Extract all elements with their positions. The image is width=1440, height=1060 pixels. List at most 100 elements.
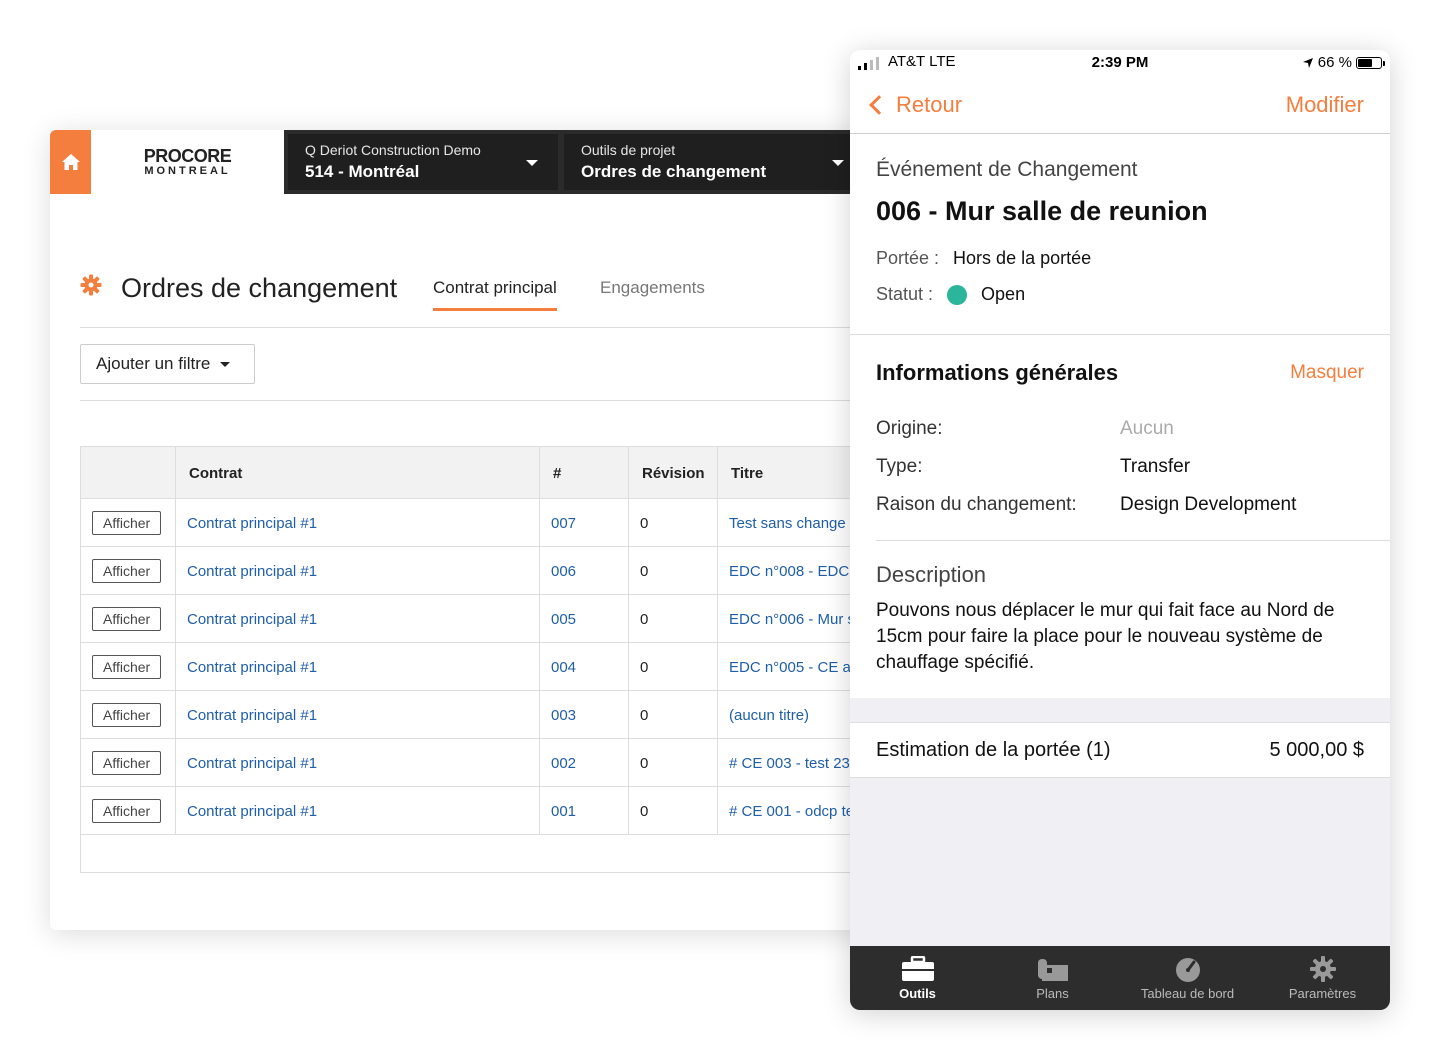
- dashboard-gauge-icon: [1175, 958, 1200, 982]
- table-cell: Afficher: [81, 499, 175, 547]
- info-label: Raison du changement:: [876, 494, 1077, 515]
- status-value: Open: [981, 284, 1026, 304]
- chevron-down-icon: [220, 361, 231, 367]
- edit-button[interactable]: Modifier: [1286, 92, 1364, 118]
- status-label: Statut :: [876, 284, 934, 304]
- page-title: Ordres de changement: [121, 273, 398, 303]
- afficher-button[interactable]: Afficher: [92, 703, 162, 727]
- tab-label: Tableau de bord: [1140, 986, 1235, 1001]
- revision-cell: 0: [628, 547, 717, 595]
- chevron-down-icon: [832, 160, 844, 166]
- divider: [850, 334, 1390, 335]
- column-header-titre[interactable]: Titre: [717, 447, 870, 499]
- navigation-bar: Retour Modifier: [850, 76, 1390, 134]
- number-link[interactable]: 004: [539, 643, 628, 691]
- home-button[interactable]: [50, 130, 91, 194]
- company-name: Q Deriot Construction Demo: [305, 142, 481, 158]
- afficher-button[interactable]: Afficher: [92, 799, 162, 823]
- toolbox-icon: [901, 956, 934, 981]
- table-row: Afficher Contrat principal #1 003 0 (auc…: [81, 691, 870, 739]
- estimate-row[interactable]: Estimation de la portée (1) 5 000,00 $: [850, 722, 1390, 778]
- description-text: Pouvons nous déplacer le mur qui fait fa…: [876, 600, 1335, 673]
- scope-value: Hors de la portée: [953, 248, 1092, 268]
- tab-contrat-principal[interactable]: Contrat principal: [433, 276, 557, 311]
- title-link[interactable]: EDC n°005 - CE av: [717, 643, 870, 691]
- tab-engagements[interactable]: Engagements: [600, 276, 705, 300]
- bottom-tab-bar: Outils Plans Tableau de bord Paramètres: [850, 946, 1390, 1010]
- number-link[interactable]: 007: [539, 499, 628, 547]
- general-info-title: Informations générales: [876, 360, 1119, 385]
- afficher-button[interactable]: Afficher: [92, 655, 162, 679]
- tab-tableau-de-bord[interactable]: Tableau de bord: [1120, 946, 1255, 1010]
- afficher-button[interactable]: Afficher: [92, 511, 162, 535]
- back-label: Retour: [896, 92, 963, 117]
- home-icon: [61, 154, 80, 170]
- tools-label: Outils de projet: [581, 142, 676, 158]
- title-link[interactable]: EDC n°008 - EDC a: [717, 547, 870, 595]
- table-cell: Afficher: [81, 595, 175, 643]
- number-link[interactable]: 002: [539, 739, 628, 787]
- contract-link[interactable]: Contrat principal #1: [175, 643, 539, 691]
- tab-outils[interactable]: Outils: [850, 946, 985, 1010]
- title-link[interactable]: EDC n°006 - Mur s: [717, 595, 870, 643]
- contract-link[interactable]: Contrat principal #1: [175, 691, 539, 739]
- hide-section-button[interactable]: Masquer: [1290, 362, 1364, 384]
- add-filter-label: Ajouter un filtre: [96, 354, 211, 373]
- page-header: Ordres de changement Contrat principal E…: [80, 270, 870, 328]
- column-header-contrat[interactable]: Contrat: [175, 447, 539, 499]
- table-row: Afficher Contrat principal #1 002 0 # CE…: [81, 739, 870, 787]
- divider: [876, 540, 1390, 541]
- number-link[interactable]: 003: [539, 691, 628, 739]
- tab-label: Plans: [1036, 986, 1069, 1001]
- revision-cell: 0: [628, 739, 717, 787]
- tab-plans[interactable]: Plans: [985, 946, 1120, 1010]
- divider: [80, 400, 870, 401]
- battery-icon: [1356, 56, 1385, 69]
- logo-text: PROCORE: [143, 146, 232, 166]
- afficher-button[interactable]: Afficher: [92, 607, 162, 631]
- table-row: Afficher Contrat principal #1 004 0 EDC …: [81, 643, 870, 691]
- contract-link[interactable]: Contrat principal #1: [175, 595, 539, 643]
- project-nav: Q Deriot Construction Demo 514 - Montréa…: [284, 130, 870, 194]
- revision-cell: 0: [628, 787, 717, 835]
- tools-selector[interactable]: Outils de projet Ordres de changement: [564, 134, 864, 190]
- gear-icon: [80, 274, 102, 296]
- project-selector[interactable]: Q Deriot Construction Demo 514 - Montréa…: [288, 134, 558, 190]
- column-header-revision[interactable]: Révision: [628, 447, 717, 499]
- contract-link[interactable]: Contrat principal #1: [175, 547, 539, 595]
- title-link[interactable]: # CE 001 - odcp tes: [717, 787, 870, 835]
- number-link[interactable]: 006: [539, 547, 628, 595]
- info-label: Origine:: [876, 418, 943, 439]
- status-row: Statut : Open: [876, 284, 1025, 305]
- title-link[interactable]: # CE 003 - test 23: [717, 739, 870, 787]
- mobile-app-screen: AT&T LTE 2:39 PM 66 % Retour Modifier Év…: [850, 50, 1390, 1010]
- revision-cell: 0: [628, 499, 717, 547]
- contract-link[interactable]: Contrat principal #1: [175, 499, 539, 547]
- tab-parametres[interactable]: Paramètres: [1255, 946, 1390, 1010]
- chevron-down-icon: [526, 160, 538, 166]
- title-link[interactable]: Test sans change e: [717, 499, 870, 547]
- table-cell: Afficher: [81, 547, 175, 595]
- back-button[interactable]: Retour: [866, 92, 962, 118]
- column-header-number[interactable]: #: [539, 447, 628, 499]
- number-link[interactable]: 005: [539, 595, 628, 643]
- afficher-button[interactable]: Afficher: [92, 751, 162, 775]
- afficher-button[interactable]: Afficher: [92, 559, 162, 583]
- contract-link[interactable]: Contrat principal #1: [175, 739, 539, 787]
- table-header: Contrat # Révision Titre: [81, 447, 870, 499]
- title-link[interactable]: (aucun titre): [717, 691, 870, 739]
- current-tool: Ordres de changement: [581, 162, 767, 181]
- info-value: Aucun: [1120, 418, 1174, 439]
- table-cell: Afficher: [81, 643, 175, 691]
- status-right: 66 %: [1302, 54, 1385, 71]
- info-value: Transfer: [1120, 456, 1191, 477]
- top-navigation-bar: PROCORE MONTREAL Q Deriot Construction D…: [50, 130, 870, 194]
- procore-logo[interactable]: PROCORE MONTREAL: [91, 130, 284, 194]
- plans-icon: [1037, 959, 1068, 981]
- contract-link[interactable]: Contrat principal #1: [175, 787, 539, 835]
- number-link[interactable]: 001: [539, 787, 628, 835]
- add-filter-button[interactable]: Ajouter un filtre: [80, 344, 255, 384]
- estimate-value: 5 000,00 $: [1269, 739, 1364, 761]
- table-row: Afficher Contrat principal #1 006 0 EDC …: [81, 547, 870, 595]
- event-type-label: Événement de Changement: [876, 158, 1138, 181]
